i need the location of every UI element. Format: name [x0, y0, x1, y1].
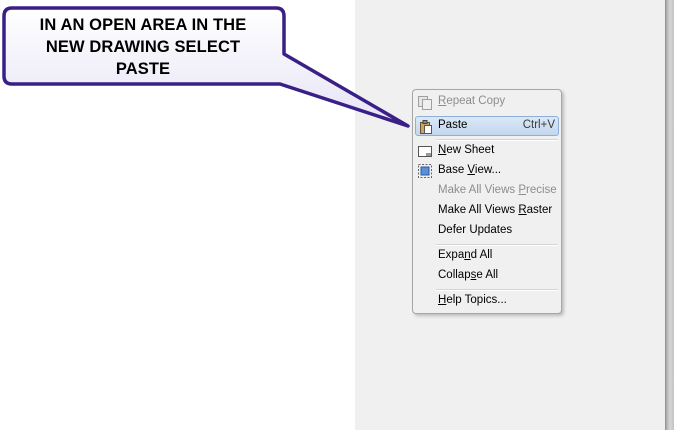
base-view-icon: [418, 164, 432, 178]
menu-item-label: Base View...: [438, 164, 502, 176]
menu-item-base-view[interactable]: Base View...: [415, 161, 559, 181]
menu-item-shortcut: Ctrl+V: [522, 119, 555, 131]
paste-icon: [420, 120, 432, 134]
menu-item-label: Defer Updates: [438, 224, 513, 236]
repeat-copy-icon: [418, 96, 432, 110]
menu-item-label: Make All Views Precise: [438, 184, 557, 196]
callout-line: IN AN OPEN AREA IN THE: [39, 16, 247, 34]
menu-item-label: Make All Views Raster: [438, 204, 553, 216]
new-sheet-icon: [418, 146, 432, 157]
menu-item-expand-all[interactable]: Expand All: [415, 246, 559, 266]
menu-item-label: Collapse All: [438, 269, 499, 281]
menu-item-label: Help Topics...: [438, 294, 507, 306]
callout-line: NEW DRAWING SELECT: [45, 38, 241, 56]
menu-item-new-sheet[interactable]: New Sheet: [415, 141, 559, 161]
context-menu: Repeat Copy Paste Ctrl+V New Sheet Base …: [412, 89, 562, 314]
menu-item-collapse-all[interactable]: Collapse All: [415, 266, 559, 286]
menu-item-defer-updates[interactable]: Defer Updates: [415, 221, 559, 241]
menu-item-repeat-copy[interactable]: Repeat Copy: [415, 92, 559, 112]
menu-item-help-topics[interactable]: Help Topics...: [415, 291, 559, 311]
callout-text: IN AN OPEN AREA IN THE NEW DRAWING SELEC…: [8, 14, 278, 80]
callout-line: PASTE: [115, 60, 171, 78]
menu-item-label: Repeat Copy: [438, 95, 506, 107]
menu-item-make-all-views-precise[interactable]: Make All Views Precise: [415, 181, 559, 201]
menu-item-label: Paste: [438, 119, 468, 131]
menu-item-make-all-views-raster[interactable]: Make All Views Raster: [415, 201, 559, 221]
menu-item-label: New Sheet: [438, 144, 495, 156]
menu-item-label: Expand All: [438, 249, 493, 261]
window-edge: [665, 0, 674, 430]
menu-item-paste[interactable]: Paste Ctrl+V: [415, 116, 559, 136]
